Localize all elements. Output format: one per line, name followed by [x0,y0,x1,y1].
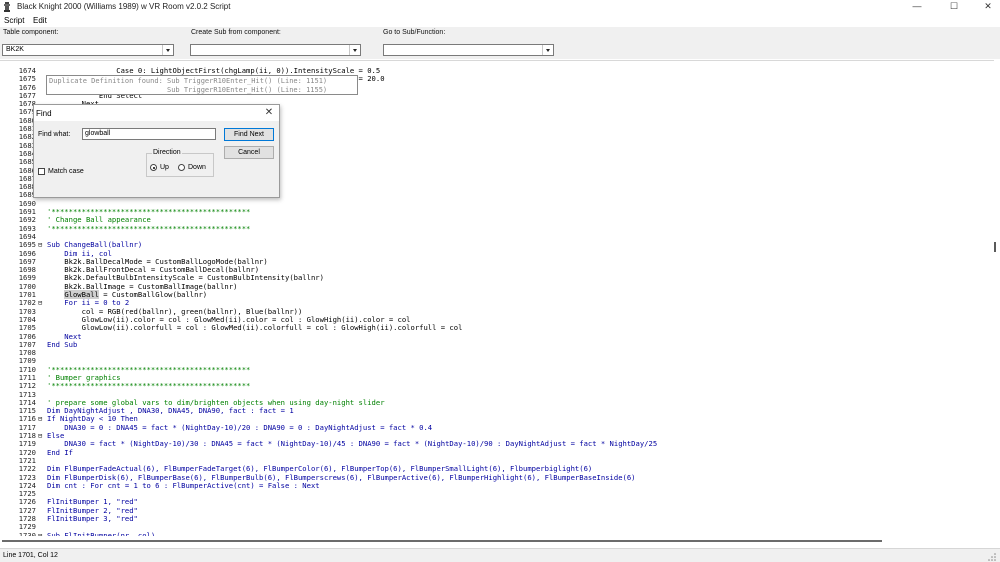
chevron-down-icon[interactable] [162,45,173,55]
code-line[interactable]: 1706 Next [0,332,994,341]
title-bar: Black Knight 2000 (Williams 1989) w VR R… [0,0,1000,14]
direction-down-radio[interactable] [178,164,185,171]
direction-group: Direction Up Down [146,149,214,177]
code-line[interactable]: 1708 [0,348,994,357]
maximize-button[interactable]: ☐ [942,0,966,12]
code-line[interactable]: 1694 [0,232,994,241]
horizontal-scrollbar-thumb[interactable] [2,540,882,542]
menu-bar: Script Edit [0,15,1000,27]
code-line[interactable]: 1724 Dim cnt : For cnt = 1 to 6 : FlBumpe… [0,480,994,490]
code-line[interactable]: 1725 [0,489,994,498]
code-line[interactable]: 1693 '***********************************… [0,223,994,233]
goto-sub-dropdown[interactable] [383,44,554,56]
code-text: Dim cnt : For cnt = 1 to 6 : FlBumperAct… [47,480,320,490]
horizontal-scrollbar[interactable] [0,537,994,547]
status-bar: Line 1701, Col 12 [0,548,1000,562]
code-line[interactable]: 1701 GlowBall = CustomBallGlow(ballnr) [0,290,994,300]
match-case-checkbox[interactable] [38,168,45,175]
find-what-input[interactable]: glowball [82,128,216,140]
table-component-value: BK2K [6,46,24,53]
table-component-dropdown[interactable]: BK2K [2,44,174,56]
cursor-position-status: Line 1701, Col 12 [3,552,58,559]
code-line[interactable]: 1726 FlInitBumper 1, "red" [0,498,994,507]
create-sub-label: Create Sub from component: [191,29,281,36]
direction-up-radio[interactable] [150,164,157,171]
direction-down-label[interactable]: Down [188,164,206,171]
code-line[interactable]: 1707 End Sub [0,339,994,349]
fold-toggle-icon[interactable]: ⊟ [38,241,46,249]
chevron-down-icon[interactable] [349,45,360,55]
code-text: GlowLow(ii).colorfull = col : GlowMed(ii… [47,323,463,333]
create-sub-dropdown[interactable] [190,44,361,56]
menu-script[interactable]: Script [4,16,24,25]
direction-label: Direction [152,149,182,156]
code-line[interactable]: 1695 ⊟ Sub ChangeBall(ballnr) [0,240,994,249]
code-text: FlInitBumper 3, "red" [47,514,138,524]
window-title: Black Knight 2000 (Williams 1989) w VR R… [17,2,231,11]
cancel-button[interactable]: Cancel [224,146,274,159]
find-dialog-close-button[interactable]: ✕ [262,107,276,118]
find-what-label: Find what: [38,131,71,138]
resize-grip-icon[interactable] [988,553,997,562]
fold-toggle-icon[interactable]: ⊟ [38,299,46,307]
code-text: DNA30 = fact * (NightDay-10)/30 : DNA45 … [47,439,658,449]
find-dialog: Find ✕ Find what: glowball Find Next Can… [33,104,280,198]
fold-toggle-icon[interactable]: ⊟ [38,415,46,423]
code-line[interactable]: 1727 FlInitBumper 2, "red" [0,506,994,515]
duplicate-definition-tooltip: Duplicate Definition found: Sub TriggerR… [46,75,358,95]
goto-sub-label: Go to Sub/Function: [383,29,446,36]
menu-edit[interactable]: Edit [33,16,47,25]
code-text: DNA30 = 0 : DNA45 = fact * (NightDay-10)… [47,422,433,432]
code-line[interactable]: 1705 GlowLow(ii).colorfull = col : GlowM… [0,323,994,333]
chevron-down-icon[interactable] [542,45,553,55]
tooltip-line-2: Sub TriggerR10Enter_Hit() (Line: 1155) [49,85,328,94]
code-line[interactable]: 1720 End If [0,447,994,457]
code-text: End If [47,447,73,457]
find-dialog-title: Find [36,109,52,118]
vertical-scrollbar-thumb[interactable] [994,242,996,252]
fold-toggle-icon[interactable]: ⊟ [38,432,46,440]
minimize-button[interactable]: — [905,0,929,12]
code-line[interactable]: 1730 ⊟ Sub FlInitBumper(nr, col) [0,530,994,536]
toolbar: Table component: BK2K Create Sub from co… [0,27,1000,59]
match-case-label[interactable]: Match case [48,168,84,175]
code-line[interactable]: 1710 '***********************************… [0,365,994,374]
app-icon [4,2,10,12]
code-text: End Sub [47,339,78,349]
code-text: '***************************************… [47,223,251,233]
find-next-button[interactable]: Find Next [224,128,274,141]
code-line[interactable]: 1712 '***********************************… [0,381,994,391]
line-number: 1730 [18,530,36,536]
code-text: '***************************************… [47,381,251,391]
close-button[interactable]: ✕ [976,0,1000,12]
fold-toggle-icon[interactable]: ⊟ [38,532,46,536]
tooltip-line-1: Duplicate Definition found: Sub TriggerR… [49,77,328,85]
direction-up-label[interactable]: Up [160,164,169,171]
code-line[interactable]: 1728 FlInitBumper 3, "red" [0,514,994,524]
code-text: Sub FlInitBumper(nr, col) [47,530,156,536]
code-line[interactable]: 1717 DNA30 = 0 : DNA45 = fact * (NightDa… [0,422,994,432]
code-line[interactable]: 1719 DNA30 = fact * (NightDay-10)/30 : D… [0,439,994,449]
find-dialog-title-bar[interactable]: Find ✕ [34,105,279,121]
code-line[interactable]: 1715 Dim DayNightAdjust , DNA30, DNA45, D… [0,406,994,415]
table-component-label: Table component: [3,29,59,36]
